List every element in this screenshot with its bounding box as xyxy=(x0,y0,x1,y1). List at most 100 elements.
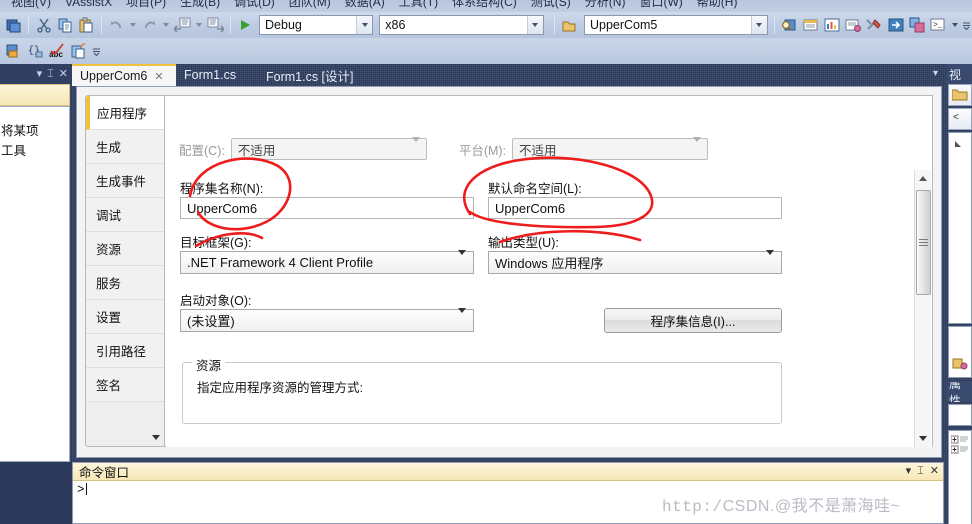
class-view-members[interactable] xyxy=(948,326,972,378)
redo-dropdown-icon[interactable] xyxy=(160,15,172,35)
paste-icon[interactable] xyxy=(76,14,97,36)
project-chevron-down-icon[interactable] xyxy=(750,16,767,34)
find-project-icon[interactable] xyxy=(559,14,580,36)
scrollbar-down-button[interactable] xyxy=(915,430,930,447)
scrollbar-thumb[interactable] xyxy=(916,190,931,295)
application-pane-scrollbar[interactable] xyxy=(914,170,931,447)
menu-item-project[interactable]: 项目(P) xyxy=(119,0,173,8)
command-window-chevron-down-icon[interactable]: ▾ xyxy=(906,466,912,477)
properties-tab-resources[interactable]: 资源 xyxy=(86,232,164,266)
properties-tab-settings[interactable]: 设置 xyxy=(86,300,164,334)
class-view-search-box[interactable]: < xyxy=(948,108,972,130)
navigate-forward-icon[interactable] xyxy=(205,14,226,36)
configuration-chevron-down-icon[interactable] xyxy=(356,16,373,34)
cut-icon[interactable] xyxy=(33,14,54,36)
command-window-close-icon[interactable]: ✕ xyxy=(930,466,939,477)
refactor-icon[interactable] xyxy=(68,40,90,62)
properties-panel-selector[interactable] xyxy=(948,404,972,426)
menu-item-test[interactable]: 测试(S) xyxy=(524,0,578,8)
application-settings-pane: 配置(C): 不适用 平台(M): 不适用 程序集名称(N): UpperCom… xyxy=(165,95,933,447)
config-dropdown[interactable]: 不适用 xyxy=(230,137,427,160)
tab-overflow-chevron-down-icon[interactable]: ▾ xyxy=(933,68,938,79)
menu-item-view[interactable]: 视图(V) xyxy=(4,0,58,8)
toolbox-body[interactable]: 件。将某项 加到工具 xyxy=(0,106,70,462)
find-in-files-icon[interactable] xyxy=(779,14,800,36)
code-snippet-icon[interactable]: {} xyxy=(24,40,46,62)
platform-dropdown[interactable]: 不适用 xyxy=(512,137,709,160)
properties-tab-signing[interactable]: 签名 xyxy=(86,368,164,402)
tab-form1-cs[interactable]: Form1.cs xyxy=(176,64,248,86)
properties-tab-chevron-down-icon xyxy=(152,434,160,440)
copy-icon[interactable] xyxy=(55,14,76,36)
tab-uppercom6[interactable]: UpperCom6 ✕ xyxy=(72,64,176,86)
tab-uppercom6-close-icon[interactable]: ✕ xyxy=(154,70,163,83)
command-window-pin-icon[interactable]: ⌶ xyxy=(917,466,924,477)
properties-tab-application[interactable]: 应用程序 xyxy=(86,96,164,130)
assembly-info-button[interactable]: 程序集信息(I)... xyxy=(604,308,782,333)
toolbox-window-icon[interactable] xyxy=(843,14,864,36)
toolbox-chevron-down-icon[interactable]: ▾ xyxy=(37,68,43,80)
solution-explorer-icon[interactable] xyxy=(906,14,927,36)
main-toolbar: Debug x86 UpperCom5 >_ xyxy=(0,12,972,38)
object-browser-icon[interactable] xyxy=(821,14,842,36)
configuration-combo[interactable]: Debug xyxy=(259,15,374,35)
class-view-tree[interactable] xyxy=(948,132,972,324)
properties-panel-title[interactable]: 属性 xyxy=(946,382,972,402)
menu-item-data[interactable]: 数据(A) xyxy=(338,0,392,8)
redo-icon[interactable] xyxy=(139,14,160,36)
undo-dropdown-icon[interactable] xyxy=(127,15,139,35)
command-window-icon[interactable]: >_ xyxy=(928,14,949,36)
properties-window-icon[interactable] xyxy=(800,14,821,36)
class-view-toolbar[interactable] xyxy=(948,84,972,106)
properties-tab-services[interactable]: 服务 xyxy=(86,266,164,300)
menu-item-window[interactable]: 窗口(W) xyxy=(632,0,689,8)
properties-tab-build[interactable]: 生成 xyxy=(86,130,164,164)
assembly-name-input[interactable]: UpperCom6 xyxy=(180,197,474,219)
menu-item-team[interactable]: 团队(M) xyxy=(282,0,338,8)
toolbar-overflow-icon[interactable] xyxy=(960,15,972,35)
navigate-back-dropdown-icon[interactable] xyxy=(193,15,205,35)
tab-form1-cs-design[interactable]: Form1.cs [设计] xyxy=(258,64,378,86)
properties-tab-debug[interactable]: 调试 xyxy=(86,198,164,232)
properties-tab-build-events[interactable]: 生成事件 xyxy=(86,164,164,198)
class-view-panel-title[interactable]: 类视图 xyxy=(946,64,972,84)
toolbox-close-icon[interactable]: ✕ xyxy=(59,68,68,80)
menu-item-vassistx[interactable]: VAssistX xyxy=(58,0,119,8)
menu-item-architecture[interactable]: 体系结构(C) xyxy=(445,0,524,8)
project-combo[interactable]: UpperCom5 xyxy=(583,15,768,35)
menu-item-build[interactable]: 生成(B) xyxy=(173,0,227,8)
toolbox-hint-line2: 加到工具 xyxy=(0,144,27,158)
menu-item-tools[interactable]: 工具(T) xyxy=(392,0,445,8)
undo-icon[interactable] xyxy=(106,14,127,36)
platform-chevron-down-icon[interactable] xyxy=(526,16,543,34)
default-namespace-input[interactable]: UpperCom6 xyxy=(488,197,782,219)
class-view-icon[interactable] xyxy=(2,40,24,62)
toolbox-hint-line1: 件。将某项 xyxy=(0,124,39,138)
properties-tab-application-label: 应用程序 xyxy=(97,107,148,121)
target-framework-dropdown[interactable]: .NET Framework 4 Client Profile xyxy=(180,250,474,274)
start-debug-icon[interactable] xyxy=(235,14,256,36)
scrollbar-up-button[interactable] xyxy=(915,170,931,187)
menu-list: 视图(V) VAssistX 项目(P) 生成(B) 调试(D) 团队(M) 数… xyxy=(0,0,972,12)
command-window-input-area[interactable]: > xyxy=(73,481,943,523)
navigate-back-icon[interactable] xyxy=(172,14,193,36)
new-project-icon[interactable] xyxy=(3,14,24,36)
menu-item-help[interactable]: 帮助(H) xyxy=(690,0,745,8)
platform-combo[interactable]: x86 xyxy=(379,15,544,35)
properties-tab-scroll-down[interactable] xyxy=(86,428,164,446)
tools-icon[interactable] xyxy=(864,14,885,36)
toolbox-caption-bar: ▾ ⌶ ✕ xyxy=(0,64,72,84)
properties-tab-build-events-label: 生成事件 xyxy=(96,175,147,189)
command-window-dropdown-icon[interactable] xyxy=(949,15,961,35)
start-external-icon[interactable] xyxy=(885,14,906,36)
toolbox-pin-icon[interactable]: ⌶ xyxy=(47,68,54,80)
menu-item-debug[interactable]: 调试(D) xyxy=(227,0,282,8)
startup-object-dropdown[interactable]: (未设置) xyxy=(180,308,474,332)
output-type-dropdown[interactable]: Windows 应用程序 xyxy=(488,250,782,274)
menu-item-analyze[interactable]: 分析(N) xyxy=(578,0,633,8)
vassistx-overflow-icon[interactable] xyxy=(90,41,102,61)
spell-check-icon[interactable]: abc xyxy=(46,40,68,62)
visual-studio-window: 视图(V) VAssistX 项目(P) 生成(B) 调试(D) 团队(M) 数… xyxy=(0,0,972,524)
properties-panel-grid[interactable] xyxy=(948,430,972,524)
properties-tab-reference-paths[interactable]: 引用路径 xyxy=(86,334,164,368)
